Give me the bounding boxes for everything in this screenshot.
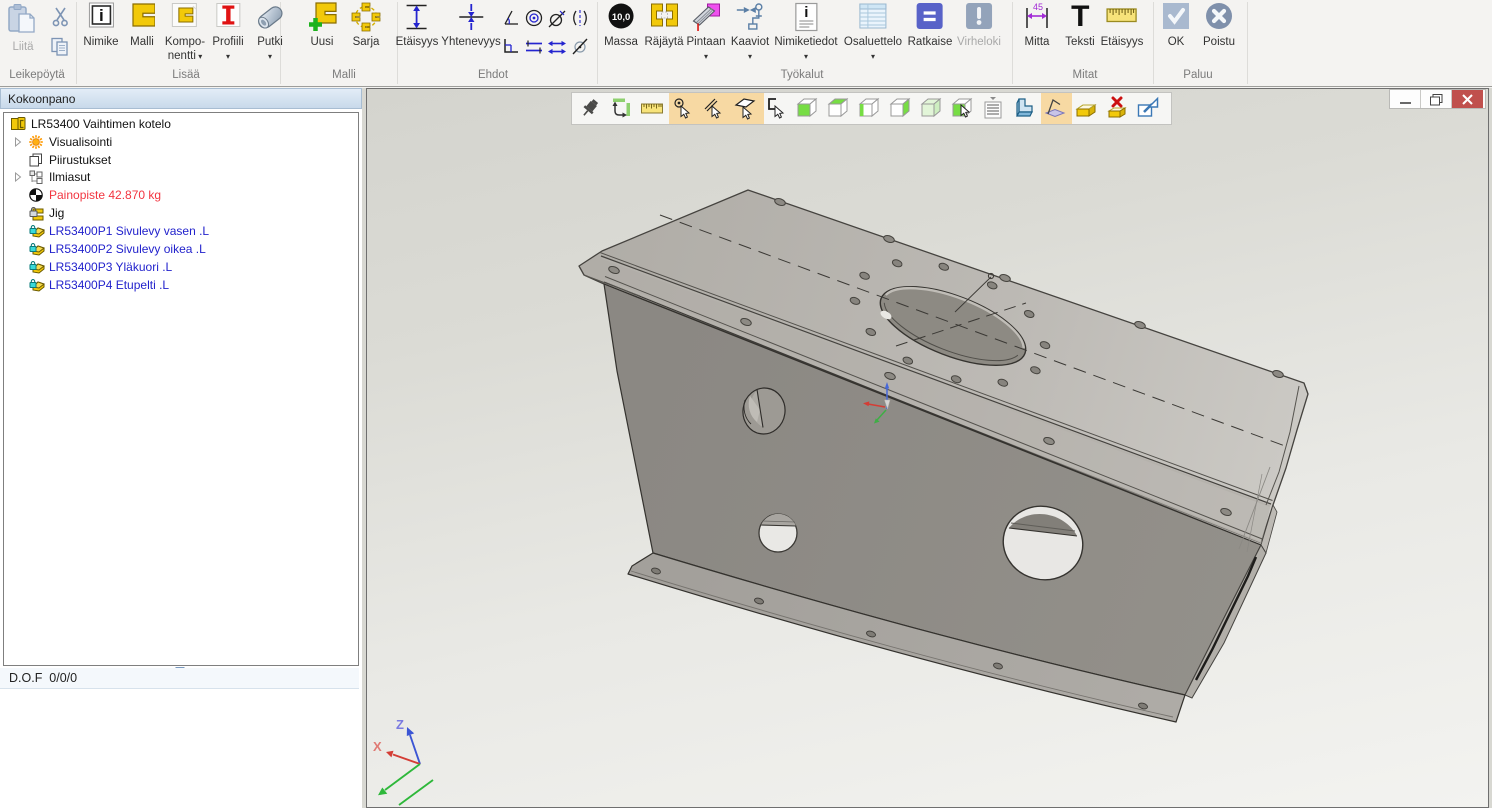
svg-text:Z: Z [396,717,404,732]
svg-text:10,0: 10,0 [612,12,631,23]
svg-text:X: X [373,739,382,754]
svg-text:45: 45 [1033,2,1043,12]
svg-text:T: T [1071,2,1089,30]
svg-text:I: I [696,22,699,32]
svg-text:i: i [804,4,808,21]
svg-text:i: i [99,6,104,25]
